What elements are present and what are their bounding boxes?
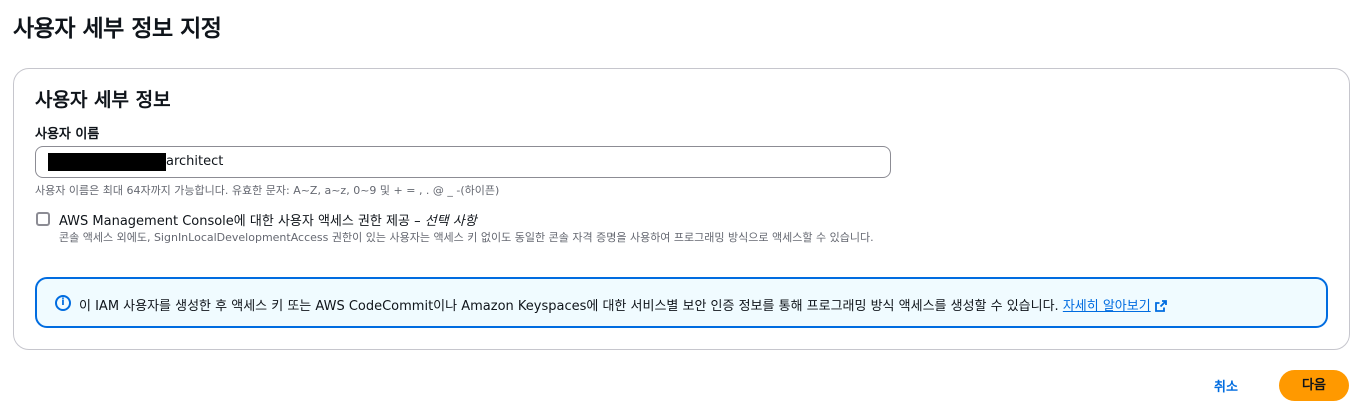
info-alert: i 이 IAM 사용자를 생성한 후 액세스 키 또는 AWS CodeComm…	[35, 277, 1328, 328]
redacted-text	[48, 153, 166, 171]
user-details-container: 사용자 세부 정보 사용자 이름 architect 사용자 이름은 최대 64…	[13, 68, 1350, 350]
section-title: 사용자 세부 정보	[35, 89, 171, 111]
page-title: 사용자 세부 정보 지정	[13, 16, 222, 42]
username-constraint-text: 사용자 이름은 최대 64자까지 가능합니다. 유효한 문자: A~Z, a~z…	[35, 184, 500, 197]
next-button[interactable]: 다음	[1279, 370, 1349, 401]
console-access-checkbox[interactable]	[36, 212, 50, 226]
cancel-button[interactable]: 취소	[1214, 376, 1238, 395]
external-link-icon[interactable]	[1154, 300, 1167, 312]
console-access-label[interactable]: AWS Management Console에 대한 사용자 액세스 권한 제공…	[59, 210, 477, 229]
username-value: architect	[166, 154, 224, 169]
learn-more-link[interactable]: 자세히 알아보기	[1063, 299, 1151, 314]
info-alert-text: 이 IAM 사용자를 생성한 후 액세스 키 또는 AWS CodeCommit…	[79, 299, 1063, 314]
console-access-description: 콘솔 액세스 외에도, SignInLocalDevelopmentAccess…	[59, 231, 874, 244]
username-label: 사용자 이름	[35, 127, 100, 142]
info-alert-text-wrap: 이 IAM 사용자를 생성한 후 액세스 키 또는 AWS CodeCommit…	[79, 295, 1167, 314]
info-icon: i	[55, 295, 71, 311]
username-input[interactable]: architect	[35, 146, 891, 178]
optional-label: 선택 사항	[424, 214, 477, 229]
console-access-label-text: AWS Management Console에 대한 사용자 액세스 권한 제공…	[59, 214, 425, 229]
